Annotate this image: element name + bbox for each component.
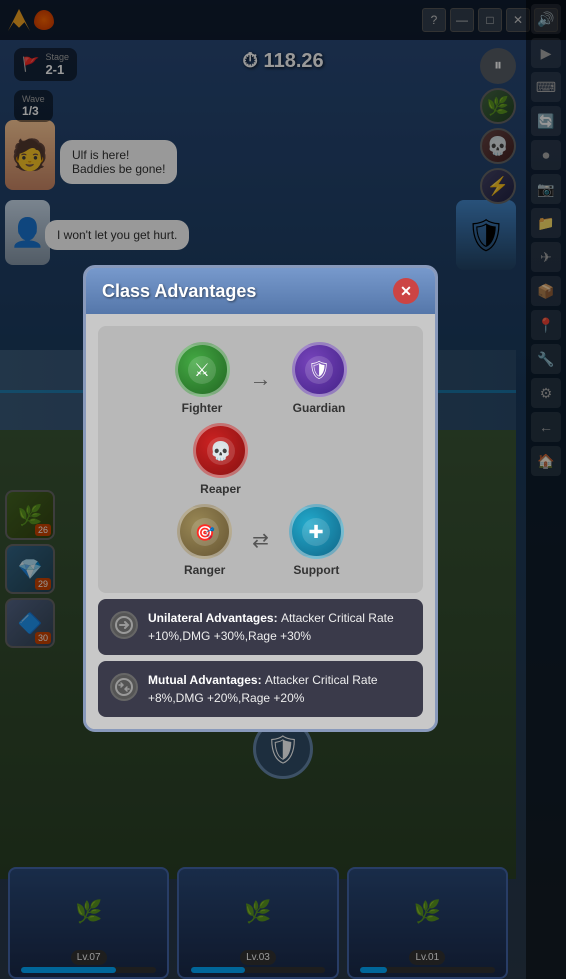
unilateral-icon — [110, 611, 138, 639]
svg-text:⚔: ⚔ — [194, 360, 210, 380]
unilateral-text: Unilateral Advantages: Attacker Critical… — [148, 609, 411, 645]
class-row-bottom: 🎯 Ranger ⇄ ✚ Support — [177, 504, 344, 577]
modal-body: ⚔ Fighter → 🛡 Guardian — [86, 314, 435, 729]
mutual-type: Mutual Advantages: — [148, 673, 265, 687]
unilateral-advantage-box: Unilateral Advantages: Attacker Critical… — [98, 599, 423, 655]
modal-header: Class Advantages ✕ — [86, 268, 435, 314]
svg-text:🎯: 🎯 — [195, 524, 215, 542]
mutual-text: Mutual Advantages: Attacker Critical Rat… — [148, 671, 411, 707]
arrow-fighter-guardian: → — [250, 366, 272, 392]
class-row-top: ⚔ Fighter → 🛡 Guardian — [175, 342, 347, 415]
guardian-icon: 🛡 — [292, 342, 347, 397]
ranger-label: Ranger — [184, 563, 225, 577]
class-fighter: ⚔ Fighter — [175, 342, 230, 415]
modal-title: Class Advantages — [102, 281, 256, 302]
class-diagram: ⚔ Fighter → 🛡 Guardian — [98, 326, 423, 593]
mutual-icon — [110, 673, 138, 701]
mutual-advantage-box: Mutual Advantages: Attacker Critical Rat… — [98, 661, 423, 717]
guardian-label: Guardian — [293, 401, 346, 415]
svg-text:💀: 💀 — [209, 440, 231, 461]
ranger-icon: 🎯 — [177, 504, 232, 559]
modal-close-button[interactable]: ✕ — [393, 278, 419, 304]
svg-text:✚: ✚ — [309, 522, 324, 542]
unilateral-type: Unilateral Advantages: — [148, 611, 281, 625]
class-advantages-modal: Class Advantages ✕ ⚔ Fighter → — [83, 265, 438, 732]
class-guardian: 🛡 Guardian — [292, 342, 347, 415]
support-icon: ✚ — [289, 504, 344, 559]
reaper-label: Reaper — [200, 482, 241, 496]
support-label: Support — [293, 563, 339, 577]
fighter-icon: ⚔ — [175, 342, 230, 397]
reaper-icon: 💀 — [193, 423, 248, 478]
svg-text:🛡: 🛡 — [308, 360, 331, 380]
arrow-ranger-support: ⇄ — [252, 528, 269, 553]
class-support: ✚ Support — [289, 504, 344, 577]
class-ranger: 🎯 Ranger — [177, 504, 232, 577]
class-reaper: 💀 Reaper — [193, 423, 248, 496]
fighter-label: Fighter — [182, 401, 223, 415]
